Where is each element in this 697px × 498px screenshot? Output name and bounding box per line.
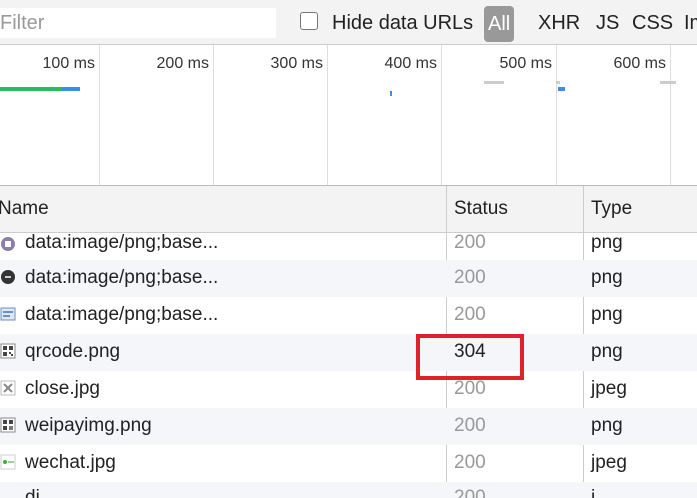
timeline-waterfall-bar xyxy=(556,81,560,84)
timeline-gridline xyxy=(556,45,557,185)
request-type: png xyxy=(591,341,623,362)
timeline-tick-label: 500 ms xyxy=(499,55,552,72)
request-name: close.jpg xyxy=(25,378,100,399)
type-filter-js[interactable]: JS xyxy=(596,12,619,35)
column-header-status[interactable]: Status xyxy=(454,198,508,220)
request-status: 200 xyxy=(454,232,486,253)
type-filter-all[interactable]: All xyxy=(484,6,515,42)
network-filter-bar: Hide data URLs All XHR JS CSS Im xyxy=(0,0,697,45)
timeline-gridline xyxy=(213,45,214,185)
request-type: png xyxy=(591,304,623,325)
request-status: 200 xyxy=(454,304,486,325)
timeline-waterfall-bar xyxy=(558,87,565,91)
type-filter-img[interactable]: Im xyxy=(684,12,697,35)
dark-circle-image-icon xyxy=(1,270,15,284)
status-304-highlight-box xyxy=(416,334,524,380)
column-header-type[interactable]: Type xyxy=(591,198,632,220)
request-name: qrcode.png xyxy=(25,341,121,362)
timeline-gridline xyxy=(441,45,442,185)
requests-table-header: Name Status Type xyxy=(0,186,697,233)
table-row[interactable]: data:image/png;base... 200 png xyxy=(0,232,697,260)
request-name: data:image/png;base... xyxy=(25,304,219,325)
request-type: png xyxy=(591,232,623,253)
request-type: j... xyxy=(591,487,612,498)
timeline-tick-label: 600 ms xyxy=(613,55,666,72)
request-status: 200 xyxy=(454,378,486,399)
timeline-waterfall-bar xyxy=(390,91,392,96)
screen-image-icon xyxy=(0,307,16,321)
timeline-tick-label: 200 ms xyxy=(156,55,209,72)
request-name: wechat.jpg xyxy=(25,452,116,473)
timeline-gridline xyxy=(670,45,671,185)
request-name: data:image/png;base... xyxy=(25,232,219,253)
qrcode-icon xyxy=(0,417,16,433)
table-row[interactable]: wechat.jpg 200 jpeg xyxy=(0,445,697,482)
table-row[interactable]: close.jpg 200 jpeg xyxy=(0,371,697,408)
hide-data-urls-label[interactable]: Hide data URLs xyxy=(332,12,473,35)
request-type: jpeg xyxy=(591,452,627,473)
timeline-waterfall-bar xyxy=(0,87,62,91)
request-name: data:image/png;base... xyxy=(25,267,219,288)
timeline-waterfall-bar xyxy=(62,87,80,91)
timeline-overview[interactable]: 100 ms 200 ms 300 ms 400 ms 500 ms 600 m… xyxy=(0,45,697,186)
table-row[interactable]: weipayimg.png 200 png xyxy=(0,408,697,445)
timeline-gridline xyxy=(327,45,328,185)
request-status: 200 xyxy=(454,487,486,498)
table-row[interactable]: data:image/png;base... 200 png xyxy=(0,297,697,334)
request-status: 200 xyxy=(454,415,486,436)
request-type: jpeg xyxy=(591,378,627,399)
request-name: weipayimg.png xyxy=(25,415,152,436)
request-status: 200 xyxy=(454,267,486,288)
timeline-waterfall-bar xyxy=(660,81,676,84)
timeline-tick-label: 400 ms xyxy=(384,55,437,72)
type-filter-xhr[interactable]: XHR xyxy=(538,12,580,35)
hide-data-urls-checkbox[interactable] xyxy=(300,12,318,30)
request-type: png xyxy=(591,415,623,436)
timeline-tick-label: 100 ms xyxy=(42,55,95,72)
type-filter-css[interactable]: CSS xyxy=(632,12,673,35)
timeline-gridline xyxy=(99,45,100,185)
wechat-logo-icon xyxy=(0,454,16,470)
filter-input[interactable] xyxy=(0,8,276,38)
qrcode-icon xyxy=(0,343,16,359)
close-x-icon xyxy=(0,380,16,396)
timeline-tick-label: 300 ms xyxy=(270,55,323,72)
table-row[interactable]: di... 200 j... xyxy=(0,482,697,498)
request-status: 200 xyxy=(454,452,486,473)
request-type: png xyxy=(591,267,623,288)
table-row[interactable]: qrcode.png 304 png xyxy=(0,334,697,371)
table-row[interactable]: data:image/png;base... 200 png xyxy=(0,260,697,297)
column-header-name[interactable]: Name xyxy=(0,198,49,220)
circle-image-icon xyxy=(1,237,15,251)
timeline-waterfall-bar xyxy=(484,81,504,84)
request-name: di... xyxy=(25,487,56,498)
